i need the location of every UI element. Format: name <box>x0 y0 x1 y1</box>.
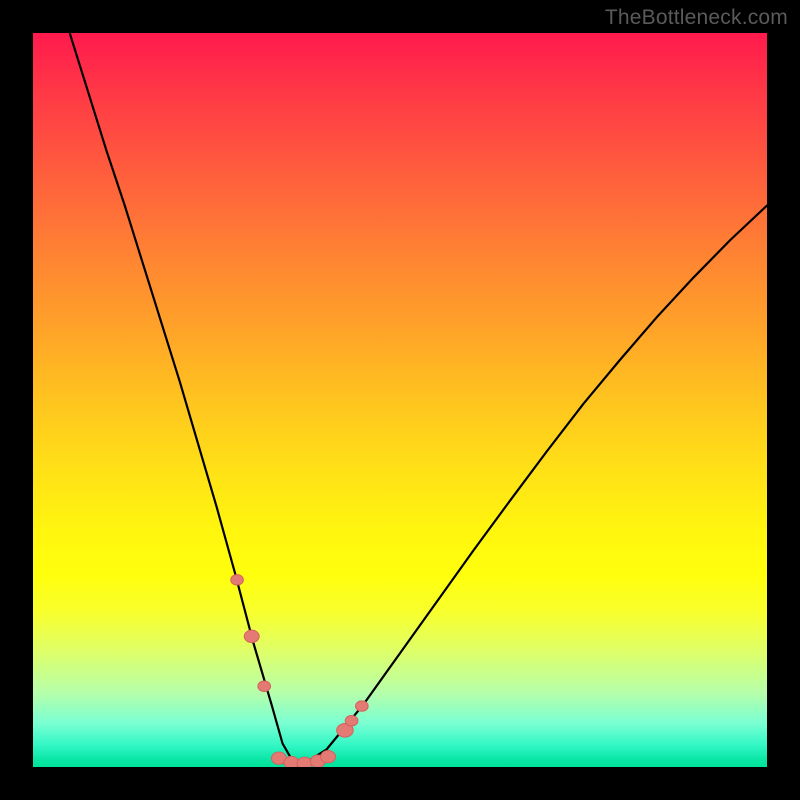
data-marker <box>284 756 299 767</box>
bottleneck-curve <box>70 33 767 763</box>
data-marker <box>345 716 358 726</box>
data-marker <box>356 701 369 711</box>
curve-layer <box>33 33 767 767</box>
data-marker <box>258 681 271 691</box>
data-marker <box>297 757 312 767</box>
plot-area <box>33 33 767 767</box>
chart-frame: TheBottleneck.com <box>0 0 800 800</box>
data-marker <box>231 575 244 585</box>
marker-group <box>231 575 368 767</box>
attribution-text: TheBottleneck.com <box>605 6 788 30</box>
data-marker <box>244 630 259 642</box>
data-marker <box>321 751 336 763</box>
